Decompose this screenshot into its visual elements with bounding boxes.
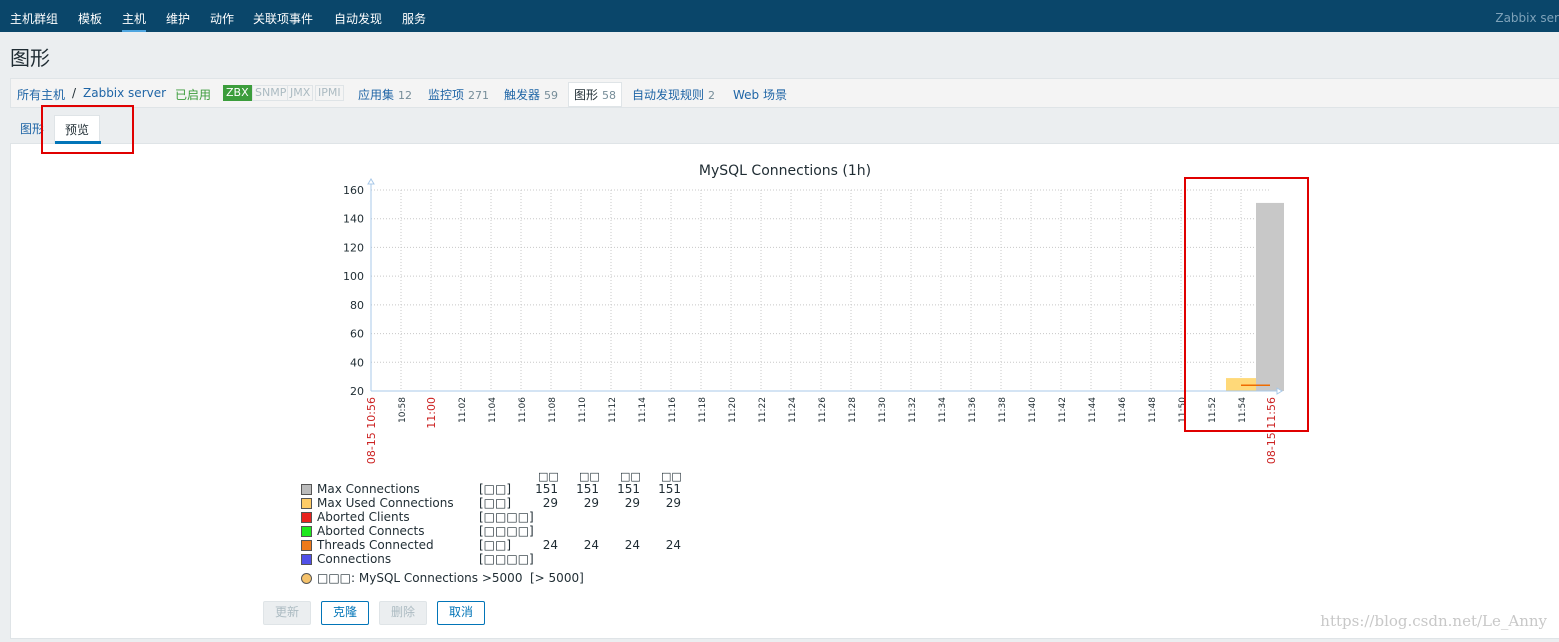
host-breadcrumb-bar: 所有主机 / Zabbix server 已启用 ZBX SNMP JMX IP…	[10, 78, 1559, 108]
link-graphs[interactable]: 图形 58	[568, 82, 623, 107]
nav-hosts[interactable]: 主机	[122, 10, 146, 27]
legend-color-swatch	[301, 526, 312, 537]
ipmi-availability-badge: IPMI	[315, 85, 344, 101]
legend-series-name: Threads Connected	[317, 538, 434, 552]
nav-maintenance[interactable]: 维护	[166, 10, 190, 27]
link-items-count: 271	[468, 89, 490, 102]
nav-discovery[interactable]: 自动发现	[334, 10, 382, 27]
nav-active-indicator	[122, 30, 146, 32]
legend-series-name: Aborted Connects	[317, 524, 425, 538]
tab-preview[interactable]: 预览	[54, 115, 101, 144]
legend-trigger-row: □□□: MySQL Connections >5000 [> 5000]	[300, 571, 700, 585]
legend-color-swatch	[301, 540, 312, 551]
legend-row: Max Connections [□□] 151 151 151 151	[300, 482, 700, 496]
update-button[interactable]: 更新	[263, 601, 311, 625]
top-navigation: 主机群组 模板 主机 维护 动作 关联项事件 自动发现 服务 Zabbix se…	[0, 0, 1559, 32]
legend-series-name: Max Connections	[317, 482, 420, 496]
legend-value: 24	[665, 538, 681, 552]
tab-graph[interactable]: 图形	[20, 120, 44, 137]
breadcrumb-all-hosts[interactable]: 所有主机	[17, 86, 65, 103]
link-discovery-rules-label: 自动发现规则	[632, 88, 705, 102]
legend-value: 24	[583, 538, 599, 552]
legend-value: 24	[542, 538, 558, 552]
legend-function: [□□□□]	[479, 552, 534, 566]
legend-color-swatch	[301, 484, 312, 495]
zbx-availability-badge: ZBX	[223, 85, 252, 101]
legend-function: [□□□□]	[479, 524, 534, 538]
legend-function: [□□□□]	[479, 510, 534, 524]
legend-row: Max Used Connections [□□] 29 29 29 29	[300, 496, 700, 510]
breadcrumb-host[interactable]: Zabbix server	[83, 86, 166, 100]
legend-value: 151	[617, 482, 640, 496]
legend-row: Aborted Clients [□□□□]	[300, 510, 700, 524]
link-graphs-label: 图形	[574, 88, 599, 102]
link-applications-label: 应用集	[358, 88, 395, 102]
tab-bar: 图形 预览	[10, 112, 1559, 144]
legend-value: 151	[658, 482, 681, 496]
cancel-button[interactable]: 取消	[437, 601, 485, 625]
legend-value: 24	[624, 538, 640, 552]
delete-button[interactable]: 删除	[379, 601, 427, 625]
nav-templates[interactable]: 模板	[78, 10, 102, 27]
link-graphs-count: 58	[602, 89, 617, 102]
legend-value: 29	[665, 496, 681, 510]
snmp-availability-badge: SNMP	[252, 85, 290, 101]
link-triggers-label: 触发器	[504, 88, 541, 102]
legend-function: [□□]	[479, 538, 512, 552]
preview-panel	[10, 144, 1559, 639]
legend-series-name: Connections	[317, 552, 392, 566]
legend-color-swatch	[301, 554, 312, 565]
legend-series-name: Aborted Clients	[317, 510, 410, 524]
legend-value: 151	[535, 482, 558, 496]
nav-actions[interactable]: 动作	[210, 10, 234, 27]
legend-row: Aborted Connects [□□□□]	[300, 524, 700, 538]
legend-value: 151	[576, 482, 599, 496]
link-triggers-count: 59	[544, 89, 559, 102]
legend-series-name: Max Used Connections	[317, 496, 454, 510]
link-triggers[interactable]: 触发器 59	[504, 86, 558, 103]
nav-host-groups[interactable]: 主机群组	[10, 10, 58, 27]
legend-function: [□□]	[479, 496, 512, 510]
clone-button[interactable]: 克隆	[321, 601, 369, 625]
link-items-label: 监控项	[428, 88, 465, 102]
link-web-scenarios[interactable]: Web 场景	[733, 86, 787, 103]
brand-label: Zabbix ser	[1495, 11, 1559, 25]
page-title: 图形	[10, 46, 50, 70]
legend-row: Threads Connected [□□] 24 24 24 24	[300, 538, 700, 552]
link-items[interactable]: 监控项 271	[428, 86, 489, 103]
legend-trigger-label: □□□: MySQL Connections >5000	[317, 571, 523, 585]
legend-trigger-icon	[301, 573, 312, 584]
host-status-enabled[interactable]: 已启用	[175, 86, 211, 103]
legend-color-swatch	[301, 512, 312, 523]
chart-title: MySQL Connections (1h)	[698, 163, 872, 179]
legend-value: 29	[624, 496, 640, 510]
legend-value: 29	[583, 496, 599, 510]
legend-row: Connections [□□□□]	[300, 552, 700, 566]
legend-value: 29	[542, 496, 558, 510]
link-applications[interactable]: 应用集 12	[358, 86, 412, 103]
legend-function: [□□]	[479, 482, 512, 496]
link-discovery-rules[interactable]: 自动发现规则 2	[632, 86, 715, 103]
link-applications-count: 12	[398, 89, 413, 102]
breadcrumb-separator: /	[72, 86, 77, 100]
link-discovery-rules-count: 2	[708, 89, 716, 102]
watermark: https://blog.csdn.net/Le_Anny	[1320, 612, 1547, 630]
nav-services[interactable]: 服务	[402, 10, 426, 27]
tab-preview-label: 预览	[65, 123, 90, 137]
nav-event-correlation[interactable]: 关联项事件	[253, 10, 313, 27]
legend-color-swatch	[301, 498, 312, 509]
jmx-availability-badge: JMX	[287, 85, 314, 101]
legend-trigger-value: [> 5000]	[530, 571, 584, 585]
